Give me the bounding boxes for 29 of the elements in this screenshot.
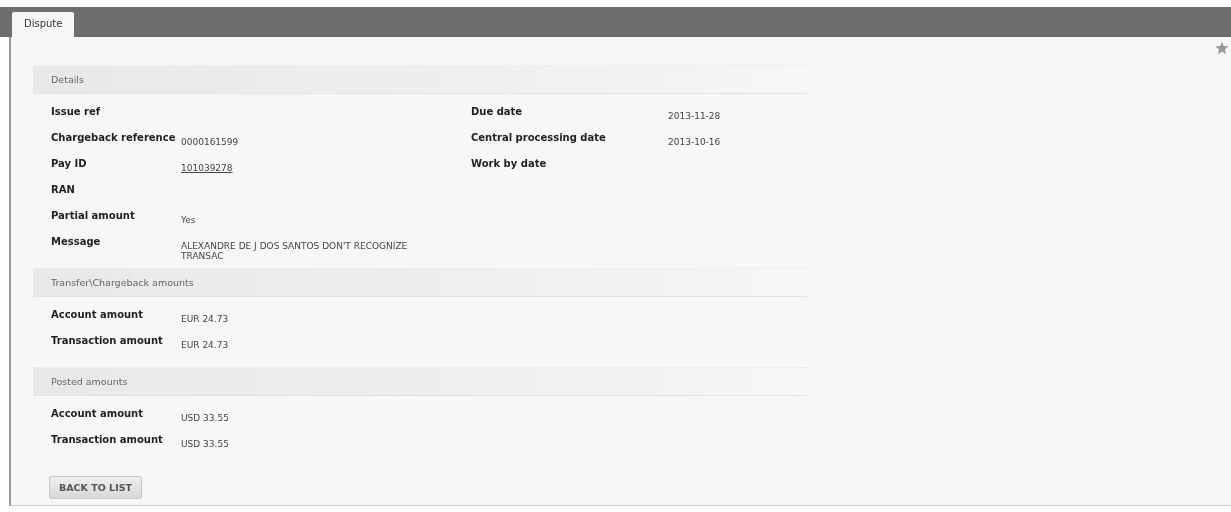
field-value: 0000161599 bbox=[181, 136, 239, 149]
field-label: Account amount bbox=[51, 408, 145, 421]
field-value: USD 33.55 bbox=[181, 438, 229, 451]
back-button[interactable]: BACK TO LIST bbox=[49, 476, 142, 499]
section-header: Transfer\Chargeback amounts bbox=[33, 268, 807, 297]
field-value: EUR 24.73 bbox=[181, 339, 229, 352]
field-label: Issue ref bbox=[51, 106, 102, 119]
field-value: USD 33.55 bbox=[181, 412, 229, 425]
field-value: 2013-10-16 bbox=[668, 136, 721, 149]
field-label: Account amount bbox=[51, 309, 145, 322]
field-link[interactable]: 101039278 bbox=[181, 158, 233, 184]
section-header: Details bbox=[33, 65, 807, 94]
tab[interactable]: Dispute bbox=[12, 12, 75, 37]
field-value: ALEXANDRE DE J DOS SANTOS DON'T RECOGNIZE TRANSAC bbox=[181, 240, 409, 262]
field-value: 2013-11-28 bbox=[668, 110, 721, 123]
star-icon[interactable] bbox=[1215, 41, 1229, 55]
field-label: Message bbox=[51, 236, 102, 249]
field-label: RAN bbox=[51, 184, 76, 197]
field-label: Chargeback reference bbox=[51, 132, 177, 145]
field-label: Partial amount bbox=[51, 210, 136, 223]
field-value: Yes bbox=[181, 214, 196, 227]
field-value: EUR 24.73 bbox=[181, 313, 229, 326]
field-label: Due date bbox=[471, 106, 524, 119]
field-label: Central processing date bbox=[471, 132, 607, 145]
field-label: Transaction amount bbox=[51, 434, 164, 447]
field-label: Transaction amount bbox=[51, 335, 164, 348]
section-header: Posted amounts bbox=[33, 367, 807, 396]
field-label: Pay ID bbox=[51, 158, 88, 171]
field-label: Work by date bbox=[471, 158, 548, 171]
